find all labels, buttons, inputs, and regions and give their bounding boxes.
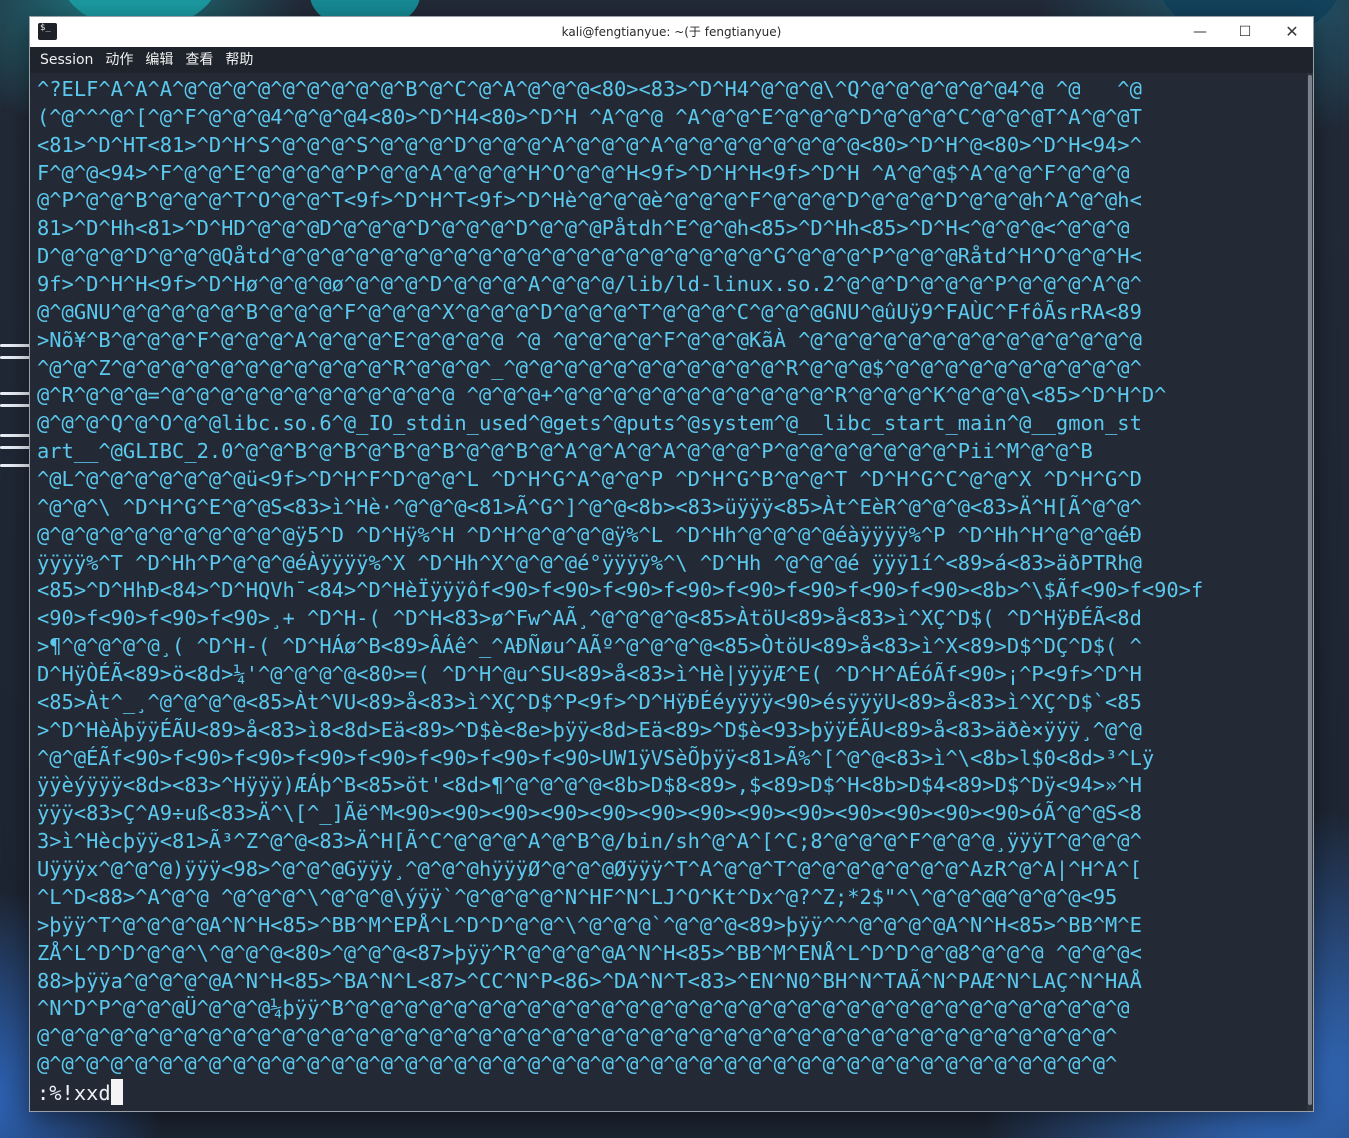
terminal-line: >¶^@^@^@^@¸( ^D^H-( ^D^HÁø^B<89>ÂÁê^_^AÐ…: [37, 634, 1142, 659]
terminal-line: ^@^@^\ ^D^H^G^E^@^@S<83>ì^Hè·^@^@^@<81>Ã…: [37, 494, 1142, 519]
terminal-line: 3>ì^Hècþÿÿ<81>Ã³^Z^@^@<83>Ä^H[Ã^C^@^@^@^…: [37, 829, 1142, 854]
menu-session[interactable]: Session: [30, 47, 100, 73]
terminal-line: art__^@GLIBC_2.0^@^@^B^@^B^@^B^@^B^@^@^B…: [37, 439, 1093, 464]
terminal-line: >þÿÿ^T^@^@^@^@A^N^H<85>^BB^M^EPÅ^L^D^D^@…: [37, 912, 1142, 937]
terminal-line: ÿÿÿ<83>Ç^A9÷uß<83>Ä^\[^_]Ãë^M<90><90><90…: [37, 801, 1142, 826]
terminal-window[interactable]: $_ kali@fengtianyue: ~(于 fengtianyue) — …: [30, 17, 1313, 1111]
menu-actions[interactable]: 动作: [100, 47, 140, 73]
command-text: :%!xxd: [37, 1080, 111, 1105]
terminal-line: >Nõ¥^B^@^@^@^F^@^@^@^A^@^@^@^E^@^@^@^@ ^…: [37, 327, 1142, 352]
menu-view[interactable]: 查看: [180, 47, 220, 73]
terminal-line: <81>^D^HT<81>^D^H^S^@^@^@^S^@^@^@^D^@^@^…: [37, 132, 1142, 157]
terminal-line: ^L^D<88>^A^@^@ ^@^@^@^\^@^@^@\ýÿÿ`^@^@^@…: [37, 884, 1118, 909]
terminal-line: ZÅ^L^D^D^@^@^\^@^@^@<80>^@^@^@<87>þÿÿ^R^…: [37, 940, 1142, 965]
terminal-line: F^@^@<94>^F^@^@^E^@^@^@^@^P^@^@^A^@^@^@^…: [37, 160, 1130, 185]
wallpaper-lines: [0, 330, 34, 480]
command-line[interactable]: :%!xxd: [37, 1078, 1295, 1107]
terminal-line: @^@^@^@^@^@^@^@^@^@^@ÿ5^D ^D^Hÿ%^H ^D^H^…: [37, 522, 1142, 547]
text-cursor: [110, 1078, 123, 1105]
terminal-line: ÿÿÿÿ%^T ^D^Hh^P^@^@^@éÀÿÿÿÿ%^X ^D^Hh^X^@…: [37, 550, 1142, 575]
terminal-line: >^D^HèÀþÿÿÉÃU<89>å<83>ì8<8d>Eä<89>^D$è<8…: [37, 717, 1142, 742]
terminal-line: @^@GNU^@^@^@^@^@^B^@^@^@^F^@^@^@^X^@^@^@…: [37, 299, 1142, 324]
terminal-line: D^@^@^@^D^@^@^@Qåtd^@^@^@^@^@^@^@^@^@^@^…: [37, 244, 1142, 269]
terminal-line: 9f>^D^H^H<9f>^D^Hø^@^@^@ø^@^@^@^D^@^@^@^…: [37, 272, 1142, 297]
terminal-line: (^@^^^@^[^@^F^@^@^@4^@^@^@4<80>^D^H4<80>…: [37, 104, 1142, 129]
terminal-line: @^@^@^@^@^@^@^@^@^@^@^@^@^@^@^@^@^@^@^@^…: [37, 1024, 1118, 1049]
terminal-line: <85>^D^HhÐ<84>^D^HQVh¯<84>^D^HèÏÿÿÿôf<90…: [37, 578, 1204, 603]
terminal-line: D^HÿÒÉÃ<89>ö<8d>¼'^@^@^@^@<80>=( ^D^H^@u…: [37, 662, 1142, 687]
maximize-button[interactable]: ☐: [1231, 20, 1259, 44]
terminal-line: Uÿÿÿx^@^@^@)ÿÿÿ<98>^@^@^@Gÿÿÿ¸^@^@^@hÿÿÿ…: [37, 857, 1142, 882]
scrollbar[interactable]: [1307, 73, 1313, 1111]
terminal-output[interactable]: ^?ELF^A^A^A^@^@^@^@^@^@^@^@^@^B^@^C^@^A^…: [30, 73, 1307, 1111]
terminal-line: ^?ELF^A^A^A^@^@^@^@^@^@^@^@^@^B^@^C^@^A^…: [37, 77, 1142, 101]
terminal-line: <90>f<90>f<90>f<90>¸+ ^D^H-( ^D^H<83>ø^F…: [37, 606, 1142, 631]
menu-help[interactable]: 帮助: [220, 47, 260, 73]
terminal-line: ÿÿèýÿÿÿ<8d><83>^Hÿÿÿ)ÆÁþ^B<85>öt'<8d>¶^@…: [37, 773, 1142, 798]
terminal-line: <85>Àt^_¸^@^@^@^@<85>Àt^VU<89>å<83>ì^XÇ^…: [37, 689, 1142, 714]
terminal-text: ^?ELF^A^A^A^@^@^@^@^@^@^@^@^@^B^@^C^@^A^…: [37, 76, 1295, 1107]
terminal-line: ^N^D^P^@^@^@Ü^@^@^@¼þÿÿ^B^@^@^@^@^@^@^@^…: [37, 996, 1130, 1021]
menu-bar: Session 动作 编辑 查看 帮助: [30, 47, 1313, 73]
menu-edit[interactable]: 编辑: [140, 47, 180, 73]
terminal-line: ^@L^@^@^@^@^@^@^@ü<9f>^D^H^F^D^@^@^L ^D^…: [37, 467, 1142, 492]
close-button[interactable]: ✕: [1278, 20, 1306, 44]
window-title: kali@fengtianyue: ~(于 fengtianyue): [561, 25, 782, 39]
terminal-line: @^R^@^@^@=^@^@^@^@^@^@^@^@^@^@^@^@ ^@^@^…: [37, 383, 1167, 408]
terminal-line: @^P^@^@^B^@^@^@^T^O^@^@^T<9f>^D^H^T<9f>^…: [37, 188, 1142, 213]
scrollbar-thumb[interactable]: [1308, 75, 1312, 1105]
terminal-line: 88>þÿÿa^@^@^@^@A^N^H<85>^BA^N^L<87>^CC^N…: [37, 968, 1142, 993]
title-bar[interactable]: $_ kali@fengtianyue: ~(于 fengtianyue) — …: [30, 17, 1313, 47]
terminal-line: 81>^D^Hh<81>^D^HD^@^@^@D^@^@^@^D^@^@^@^D…: [37, 216, 1130, 241]
terminal-line: @^@^@^@^@^@^@^@^@^@^@^@^@^@^@^@^@^@^@^@^…: [37, 1052, 1118, 1077]
terminal-line: ^@^@ÉÃf<90>f<90>f<90>f<90>f<90>f<90>f<90…: [37, 745, 1155, 770]
terminal-line: @^@^@^Q^@^O^@^@libc.so.6^@_IO_stdin_used…: [37, 411, 1142, 436]
minimize-button[interactable]: —: [1186, 20, 1214, 44]
terminal-line: ^@^@^Z^@^@^@^@^@^@^@^@^@^@^@^R^@^@^@^_^@…: [37, 355, 1142, 380]
